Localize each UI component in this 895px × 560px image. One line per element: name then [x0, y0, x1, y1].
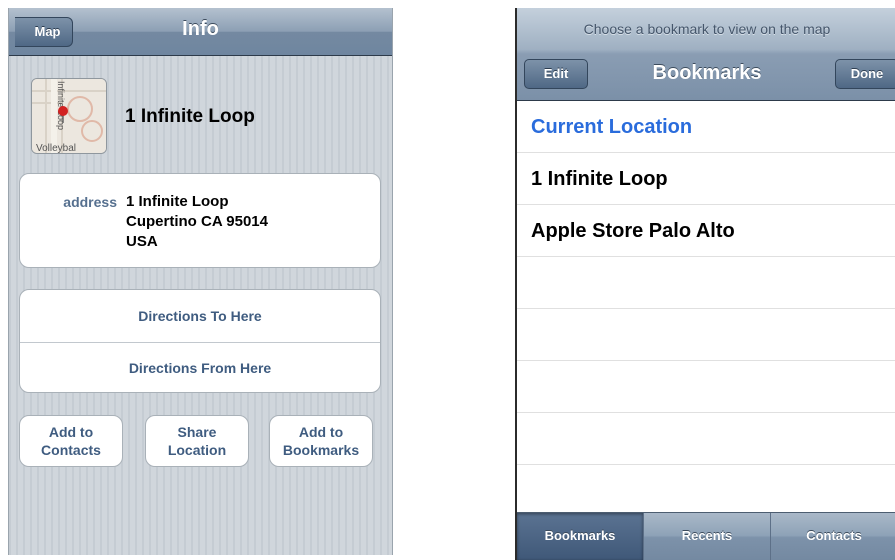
button-label-line: Location: [167, 442, 227, 458]
address-line: USA: [126, 233, 158, 250]
bookmarks-navigation-bar: Choose a bookmark to view on the map Edi…: [517, 8, 895, 101]
map-thumbnail[interactable]: Infinite Loop Volleybal: [31, 78, 107, 154]
button-label-line: Add to: [48, 424, 94, 440]
bookmarks-list: Current Location 1 Infinite Loop Apple S…: [517, 101, 895, 517]
tab-recents[interactable]: Recents: [644, 513, 771, 560]
add-to-contacts-button[interactable]: Add to Contacts: [19, 415, 123, 467]
button-label-line: Add to: [298, 424, 344, 440]
page-title: Info: [182, 18, 219, 40]
bookmarks-segmented-control: Bookmarks Recents Contacts: [517, 512, 895, 560]
map-street-label: Infinite Loop: [56, 81, 66, 130]
add-to-bookmarks-button[interactable]: Add to Bookmarks: [269, 415, 373, 467]
bookmark-current-location[interactable]: Current Location: [517, 101, 895, 153]
map-area-label: Volleybal: [36, 143, 76, 154]
bookmark-item[interactable]: Apple Store Palo Alto: [517, 205, 895, 257]
empty-row: [517, 361, 895, 413]
button-label-line: Bookmarks: [282, 442, 360, 458]
empty-row: [517, 413, 895, 465]
address-line: Cupertino CA 95014: [126, 213, 268, 230]
place-name: 1 Infinite Loop: [125, 106, 255, 127]
bookmarks-screen: Choose a bookmark to view on the map Edi…: [515, 8, 895, 560]
info-navigation-bar: Map Info: [9, 8, 392, 56]
empty-row: [517, 309, 895, 361]
button-label-line: Share: [177, 424, 217, 440]
empty-row: [517, 257, 895, 309]
bookmark-item[interactable]: 1 Infinite Loop: [517, 153, 895, 205]
address-card[interactable]: address 1 Infinite Loop Cupertino CA 950…: [19, 173, 381, 268]
info-screen: Map Info Infinite Loop Volleybal 1 Infin…: [8, 8, 393, 555]
tab-bookmarks[interactable]: Bookmarks: [517, 513, 644, 560]
directions-to-here-button[interactable]: Directions To Here: [20, 290, 380, 343]
address-label: address: [63, 194, 117, 210]
bookmarks-prompt: Choose a bookmark to view on the map: [583, 21, 831, 37]
map-back-button-label: Map: [34, 24, 61, 39]
address-line: 1 Infinite Loop: [126, 193, 229, 210]
empty-row: [517, 465, 895, 517]
tab-contacts[interactable]: Contacts: [771, 513, 895, 560]
share-location-button[interactable]: Share Location: [145, 415, 249, 467]
done-button[interactable]: Done: [835, 59, 895, 89]
map-pin-icon: [58, 106, 68, 116]
directions-from-here-button[interactable]: Directions From Here: [20, 342, 380, 394]
map-thumbnail-graphic: Infinite Loop Volleybal: [32, 79, 106, 154]
address-value: 1 Infinite Loop Cupertino CA 95014 USA: [126, 192, 268, 252]
directions-group: Directions To Here Directions From Here: [19, 289, 381, 393]
button-label-line: Contacts: [41, 442, 101, 458]
